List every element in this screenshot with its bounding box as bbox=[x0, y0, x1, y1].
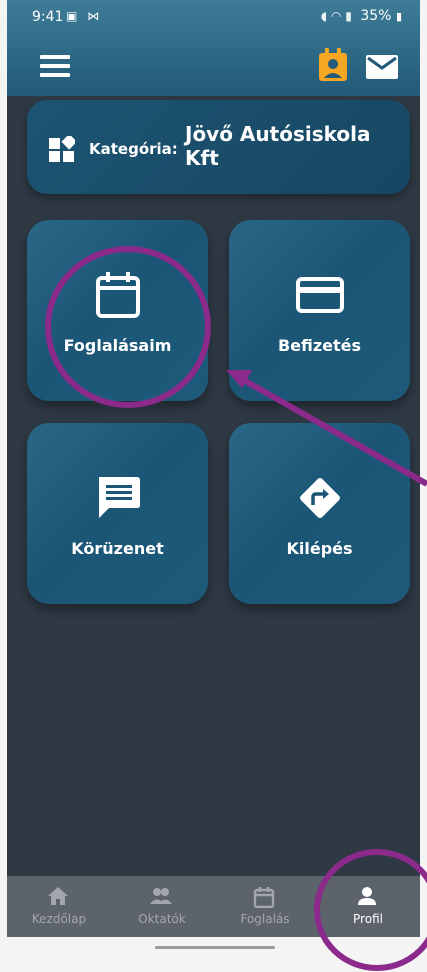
category-card: Kategória: Jövő Autósiskola Kft bbox=[27, 100, 410, 194]
nav-profile[interactable]: Profil bbox=[316, 876, 420, 937]
category-value: Jövő Autósiskola Kft bbox=[185, 122, 371, 170]
app-screen: 9:41 ▣ ⋈ ◖ ◠ ▮ 35% ▮ Kategória: Jövő Aut… bbox=[7, 0, 420, 972]
bottom-navigation: Kezdőlap Oktatók Foglalás Profil bbox=[7, 876, 420, 937]
people-icon bbox=[150, 886, 172, 906]
nav-label-instructors: Oktatók bbox=[138, 912, 186, 926]
status-right: ◖ ◠ ▮ 35% ▮ bbox=[321, 8, 402, 24]
broadcast-message-tile[interactable]: Körüzenet bbox=[27, 423, 208, 604]
top-app-bar: 9:41 ▣ ⋈ ◖ ◠ ▮ 35% ▮ bbox=[7, 0, 420, 96]
person-icon bbox=[356, 886, 378, 906]
message-icon bbox=[93, 473, 143, 523]
nav-label-booking: Foglalás bbox=[240, 912, 290, 926]
tile-label-logout: Kilépés bbox=[286, 539, 353, 558]
home-icon bbox=[47, 886, 69, 906]
notification-icons: ▣ ⋈ bbox=[66, 9, 103, 23]
status-time: 9:41 bbox=[32, 9, 64, 25]
nav-label-profile: Profil bbox=[353, 912, 383, 926]
category-label: Kategória: bbox=[89, 140, 178, 158]
calendar-icon bbox=[93, 270, 143, 320]
exit-direction-icon bbox=[295, 473, 345, 523]
calendar-icon bbox=[253, 886, 275, 909]
nav-home[interactable]: Kezdőlap bbox=[7, 876, 111, 937]
signal-icons: ◖ ◠ ▮ bbox=[320, 9, 352, 23]
tile-label-payment: Befizetés bbox=[277, 336, 362, 355]
nav-booking[interactable]: Foglalás bbox=[213, 876, 317, 937]
system-gesture-area bbox=[7, 937, 420, 972]
logout-tile[interactable]: Kilépés bbox=[229, 423, 410, 604]
category-grid-icon bbox=[49, 134, 77, 162]
nav-label-home: Kezdőlap bbox=[31, 912, 87, 926]
mail-icon[interactable] bbox=[366, 55, 398, 79]
bookings-tile[interactable]: Foglalásaim bbox=[27, 220, 208, 401]
battery-percentage: 35% bbox=[360, 8, 392, 24]
battery-icon: ▮ bbox=[395, 10, 402, 23]
payment-tile[interactable]: Befizetés bbox=[229, 220, 410, 401]
status-bar: 9:41 ▣ ⋈ ◖ ◠ ▮ 35% ▮ bbox=[7, 0, 420, 34]
credit-card-icon bbox=[295, 270, 345, 320]
tile-label-broadcast: Körüzenet bbox=[71, 539, 164, 558]
home-indicator[interactable] bbox=[155, 946, 275, 949]
calendar-contact-icon[interactable] bbox=[317, 48, 349, 82]
nav-instructors[interactable]: Oktatók bbox=[110, 876, 214, 937]
tile-label-bookings: Foglalásaim bbox=[63, 336, 172, 355]
menu-icon[interactable] bbox=[40, 55, 72, 81]
